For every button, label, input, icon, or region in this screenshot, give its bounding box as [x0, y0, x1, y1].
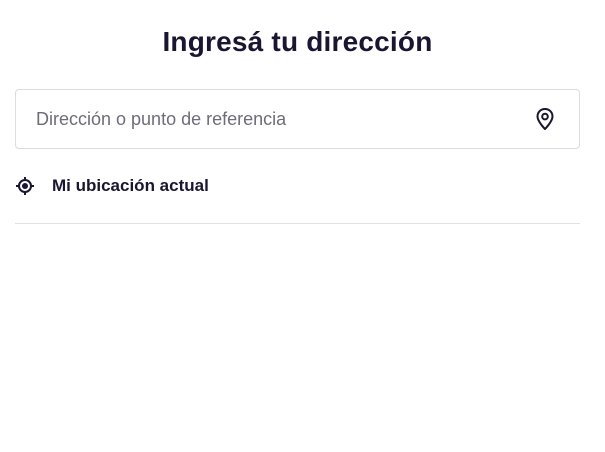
current-location-label: Mi ubicación actual	[52, 176, 209, 195]
address-search-input[interactable]	[16, 90, 533, 148]
crosshair-target-icon	[15, 176, 35, 196]
page-title: Ingresá tu dirección	[162, 26, 433, 57]
current-location-button[interactable]: Mi ubicación actual	[15, 170, 580, 202]
address-search-box[interactable]	[15, 89, 580, 149]
divider	[15, 223, 580, 224]
address-page: Ingresá tu dirección Mi ubicación actual	[0, 0, 605, 452]
map-pin-icon[interactable]	[533, 107, 557, 131]
